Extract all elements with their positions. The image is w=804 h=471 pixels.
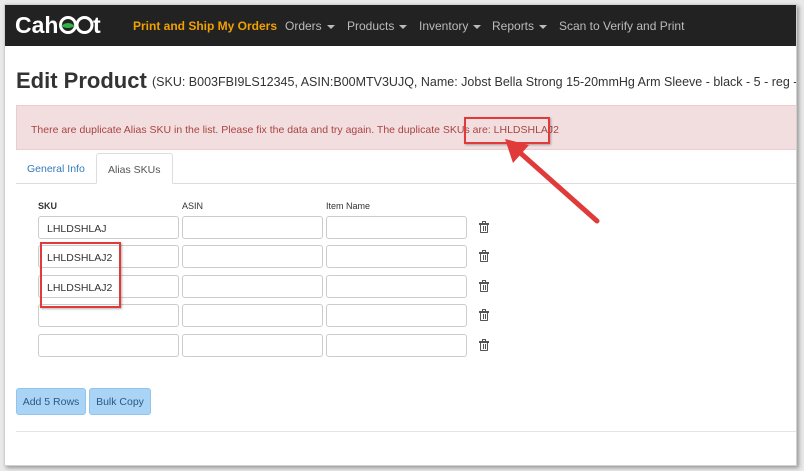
app-window: Cah t Print and Ship My Orders Orders Pr… (4, 4, 797, 466)
add-rows-button[interactable]: Add 5 Rows (16, 388, 86, 415)
nav-inventory[interactable]: Inventory (419, 19, 482, 33)
nav-orders[interactable]: Orders (285, 19, 335, 33)
trash-icon[interactable] (479, 250, 489, 262)
page-subtitle: (SKU: B003FBI9LS12345, ASIN:B00MTV3UJQ, … (152, 75, 797, 89)
item-name-input[interactable] (326, 304, 467, 327)
item-name-input[interactable] (326, 275, 467, 298)
error-alert: There are duplicate Alias SKU in the lis… (16, 105, 796, 150)
nav-label: Reports (492, 19, 535, 33)
asin-input[interactable] (182, 275, 323, 298)
nav-label: Print and Ship My Orders (133, 19, 278, 33)
asin-input[interactable] (182, 245, 323, 268)
chevron-down-icon (539, 24, 548, 29)
logo-icon: Cah t (15, 12, 101, 38)
alert-message: There are duplicate Alias SKU in the lis… (31, 124, 494, 136)
column-header-sku: SKU (38, 201, 58, 211)
asin-input[interactable] (182, 216, 323, 239)
nav-print-and-ship[interactable]: Print and Ship My Orders (133, 19, 277, 33)
chevron-down-icon (473, 24, 482, 29)
annotation-box-duplicate-rows (40, 242, 121, 308)
trash-icon[interactable] (479, 309, 489, 321)
tab-label: General Info (27, 163, 85, 175)
nav-reports[interactable]: Reports (492, 19, 548, 33)
nav-label: Inventory (419, 19, 469, 33)
nav-scan-to-verify[interactable]: Scan to Verify and Print (559, 19, 684, 33)
bulk-copy-button[interactable]: Bulk Copy (89, 388, 151, 415)
sku-input[interactable]: LHLDSHLAJ (38, 216, 179, 239)
trash-icon[interactable] (479, 280, 489, 292)
nav-label: Scan to Verify and Print (559, 19, 685, 33)
tab-general-info[interactable]: General Info (16, 153, 96, 184)
item-name-input[interactable] (326, 334, 467, 357)
tab-bar: General Info Alias SKUs (16, 153, 796, 184)
top-navbar: Cah t Print and Ship My Orders Orders Pr… (5, 5, 796, 46)
chevron-down-icon (326, 24, 335, 29)
column-header-item-name: Item Name (326, 201, 371, 211)
chevron-down-icon (399, 24, 408, 29)
trash-icon[interactable] (479, 339, 489, 351)
svg-text:t: t (93, 12, 101, 38)
nav-label: Orders (285, 19, 322, 33)
asin-input[interactable] (182, 334, 323, 357)
annotation-arrow-icon (505, 139, 600, 224)
sku-input[interactable] (38, 334, 179, 357)
cahoot-logo[interactable]: Cah t (15, 10, 105, 40)
column-header-asin: ASIN (182, 201, 204, 211)
tab-alias-skus[interactable]: Alias SKUs (96, 153, 173, 184)
tab-label: Alias SKUs (108, 164, 161, 176)
item-name-input[interactable] (326, 216, 467, 239)
nav-label: Products (347, 19, 395, 33)
item-name-input[interactable] (326, 245, 467, 268)
nav-products[interactable]: Products (347, 19, 408, 33)
svg-text:Cah: Cah (15, 12, 58, 38)
trash-icon[interactable] (479, 221, 489, 233)
divider (16, 431, 796, 432)
page-title: Edit Product (16, 68, 147, 93)
asin-input[interactable] (182, 304, 323, 327)
